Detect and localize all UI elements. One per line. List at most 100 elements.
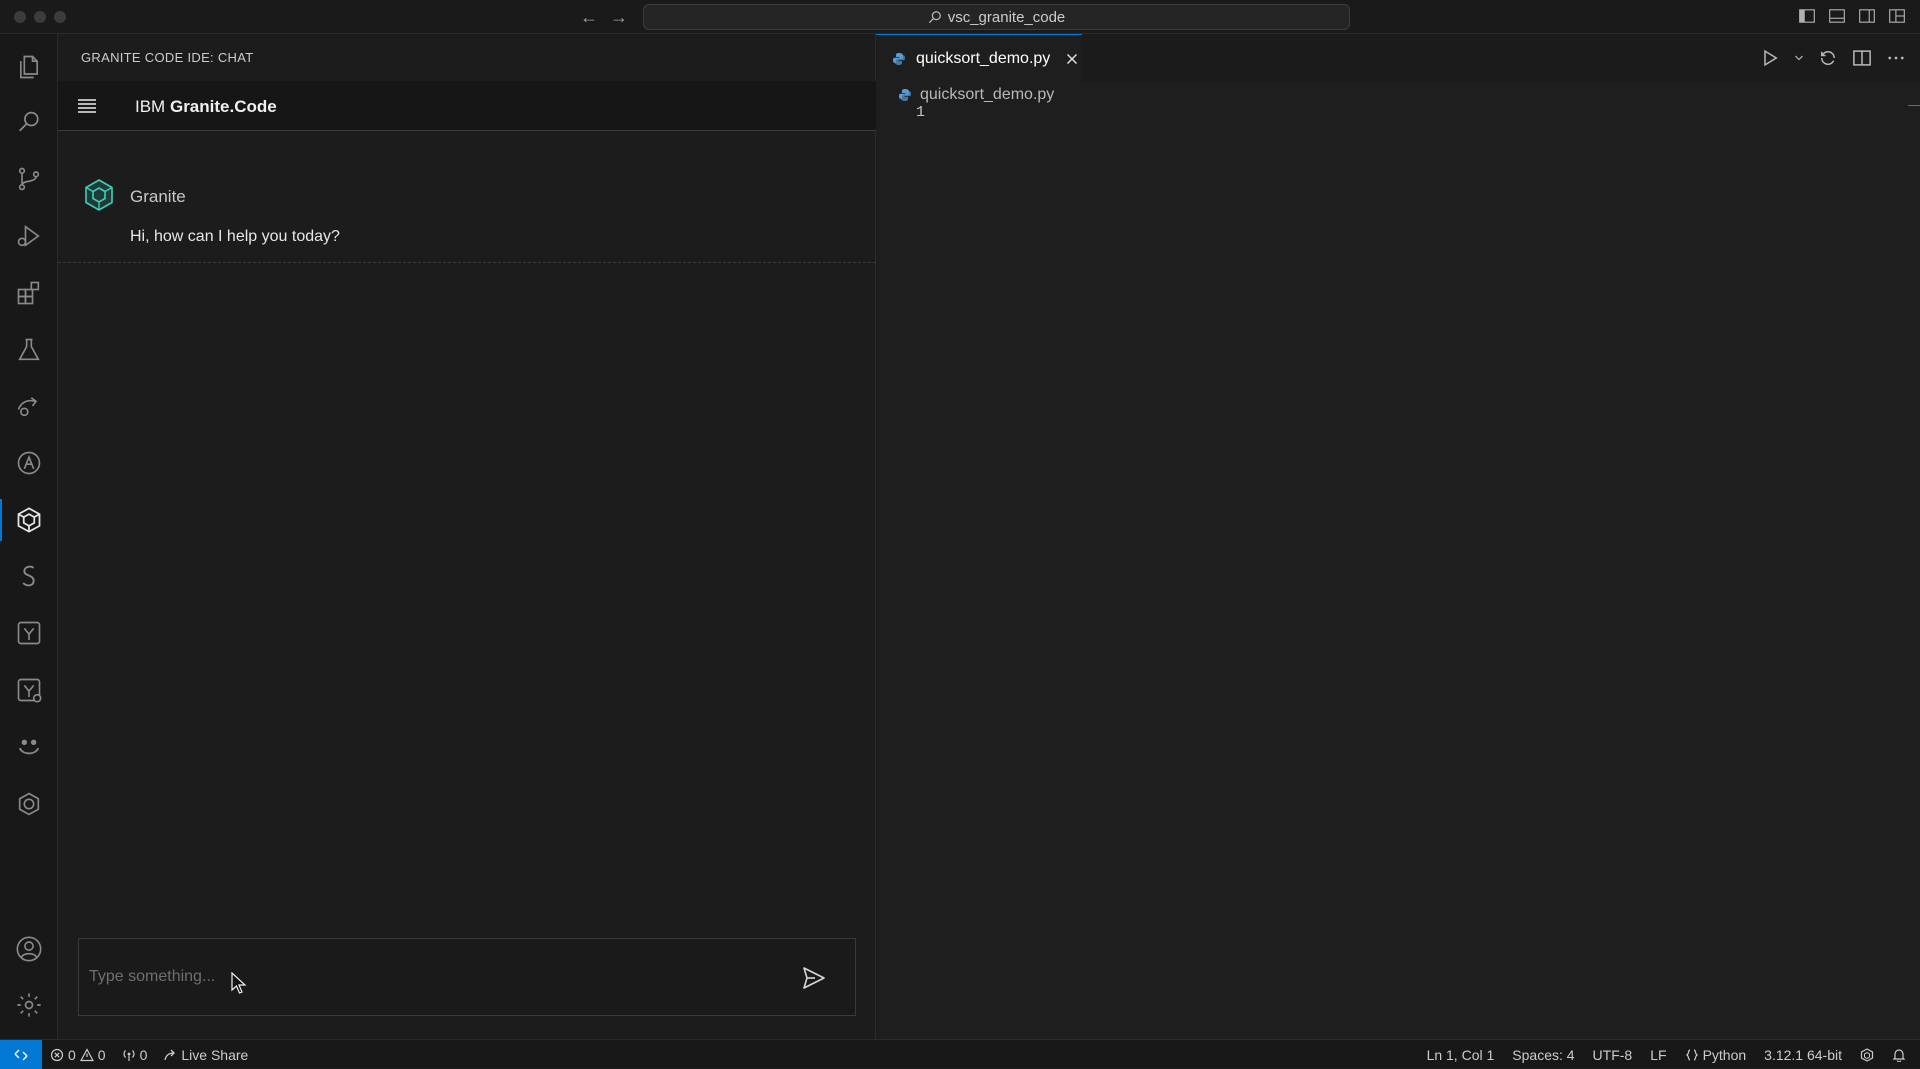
panel-title: GRANITE CODE IDE: CHAT (81, 50, 254, 65)
tab-label: quicksort_demo.py (916, 49, 1051, 67)
forward-arrow-icon[interactable]: → (608, 6, 630, 28)
granite-chat-panel: GRANITE CODE IDE: CHAT IBM Granite.Code … (58, 34, 876, 1039)
message-text: Hi, how can I help you today? (130, 228, 340, 245)
editor-area: quicksort_demo.py quicksort_demo.py 1 (876, 34, 1920, 1039)
brand-name: Granite.Code (169, 97, 277, 116)
astro-icon (17, 451, 41, 475)
problems-indicator[interactable]: 0 0 (50, 1047, 106, 1063)
remote-explorer-button[interactable] (0, 381, 58, 431)
editor-tab-bar: quicksort_demo.py (876, 34, 1920, 82)
chat-input[interactable] (89, 961, 769, 993)
encoding-setting[interactable]: UTF-8 (1593, 1047, 1633, 1063)
mascot-button[interactable] (0, 722, 58, 772)
run-python-icon[interactable] (1760, 48, 1780, 68)
toggle-secondary-sidebar-icon[interactable] (1858, 7, 1878, 27)
chat-header: IBM Granite.Code (58, 81, 876, 131)
send-icon[interactable] (801, 965, 827, 991)
line-number: 1 (916, 104, 926, 121)
customize-layout-icon[interactable] (1888, 7, 1908, 27)
account-button[interactable] (0, 924, 58, 974)
yaml-button[interactable] (0, 608, 58, 658)
live-share-icon (164, 1049, 176, 1060)
breadcrumb-file[interactable]: quicksort_demo.py (920, 86, 1054, 104)
title-bar: ← → vsc_granite_code (0, 0, 1920, 34)
status-bar: 0 0 0 Live Share Ln 1, Col 1 Spaces: 4 U… (0, 1039, 1920, 1069)
encoding-label: UTF-8 (1592, 1046, 1633, 1063)
interpreter-label: 3.12.1 64-bit (1764, 1046, 1842, 1063)
minimize-window-icon[interactable] (34, 11, 46, 23)
toggle-panel-icon[interactable] (1828, 7, 1848, 27)
message-author: Granite (130, 187, 186, 206)
granite-avatar-icon (85, 179, 113, 211)
source-control-icon (18, 167, 40, 191)
refresh-icon[interactable] (1818, 48, 1838, 68)
language-label: Python (1702, 1046, 1747, 1063)
chat-message: Granite Hi, how can I help you today? (58, 131, 876, 263)
search-icon (19, 111, 39, 132)
extension-status[interactable] (1860, 1047, 1874, 1062)
extensions-button[interactable] (0, 268, 58, 318)
remote-icon (14, 1049, 28, 1060)
indentation-setting[interactable]: Spaces: 4 (1512, 1047, 1574, 1063)
back-arrow-icon[interactable]: ← (578, 6, 600, 28)
cursor-position[interactable]: Ln 1, Col 1 (1427, 1047, 1495, 1063)
files-icon (20, 55, 38, 79)
hamburger-menu-icon[interactable] (76, 96, 98, 116)
error-icon (50, 1048, 64, 1061)
granite-icon (17, 507, 41, 533)
live-share-button[interactable]: Live Share (163, 1047, 248, 1063)
python-interpreter[interactable]: 3.12.1 64-bit (1764, 1047, 1842, 1063)
source-control-button[interactable] (0, 154, 58, 204)
close-window-icon[interactable] (14, 11, 26, 23)
chat-input-box (78, 938, 856, 1016)
language-mode[interactable]: Python (1685, 1046, 1747, 1063)
eol-setting[interactable]: LF (1650, 1047, 1666, 1063)
braces-icon (1685, 1048, 1698, 1061)
yaml-check-icon (17, 678, 42, 703)
astro-button[interactable] (0, 438, 58, 488)
editor-tab[interactable]: quicksort_demo.py (876, 34, 1082, 82)
run-debug-icon (17, 225, 40, 247)
cursor-position-label: Ln 1, Col 1 (1426, 1046, 1495, 1063)
close-icon[interactable] (1064, 51, 1080, 67)
search-icon (928, 11, 941, 24)
brand-prefix: IBM (135, 97, 166, 116)
command-center-search[interactable]: vsc_granite_code (643, 4, 1350, 30)
brand-title: IBM Granite.Code (135, 97, 277, 117)
overview-ruler-mark (1908, 105, 1920, 106)
manage-settings-button[interactable] (0, 980, 58, 1030)
testing-button[interactable] (0, 325, 58, 375)
toggle-primary-sidebar-icon[interactable] (1798, 7, 1818, 27)
notifications-button[interactable] (1892, 1048, 1906, 1062)
granite-status-icon (1860, 1047, 1874, 1062)
window-controls[interactable] (14, 11, 66, 23)
openshift-button[interactable] (0, 779, 58, 829)
snyk-icon (22, 565, 35, 587)
yaml-check-button[interactable] (0, 665, 58, 715)
ports-count: 0 (139, 1046, 148, 1063)
explorer-button[interactable] (0, 42, 58, 92)
python-file-icon (893, 52, 905, 65)
live-share-label: Live Share (181, 1046, 249, 1063)
mouse-pointer-icon (231, 972, 247, 994)
run-dropdown-chevron-icon[interactable] (1794, 48, 1804, 68)
settings-gear-icon (17, 993, 41, 1017)
run-debug-button[interactable] (0, 211, 58, 261)
error-count: 0 (68, 1046, 76, 1063)
maximize-window-icon[interactable] (54, 11, 66, 23)
more-actions-icon[interactable] (1886, 48, 1906, 68)
openshift-icon (18, 792, 40, 816)
remote-explorer-icon (17, 397, 38, 417)
ports-indicator[interactable]: 0 (122, 1046, 148, 1063)
indentation-label: Spaces: 4 (1512, 1046, 1575, 1063)
warning-icon (79, 1047, 94, 1061)
remote-indicator[interactable] (0, 1040, 42, 1069)
yaml-icon (17, 621, 41, 645)
search-button[interactable] (0, 97, 58, 147)
snyk-button[interactable] (0, 551, 58, 601)
split-editor-icon[interactable] (1852, 48, 1872, 68)
granite-button[interactable] (0, 495, 58, 545)
bell-icon (1892, 1048, 1906, 1062)
mascot-icon (18, 739, 40, 755)
activity-bar (0, 34, 58, 1039)
